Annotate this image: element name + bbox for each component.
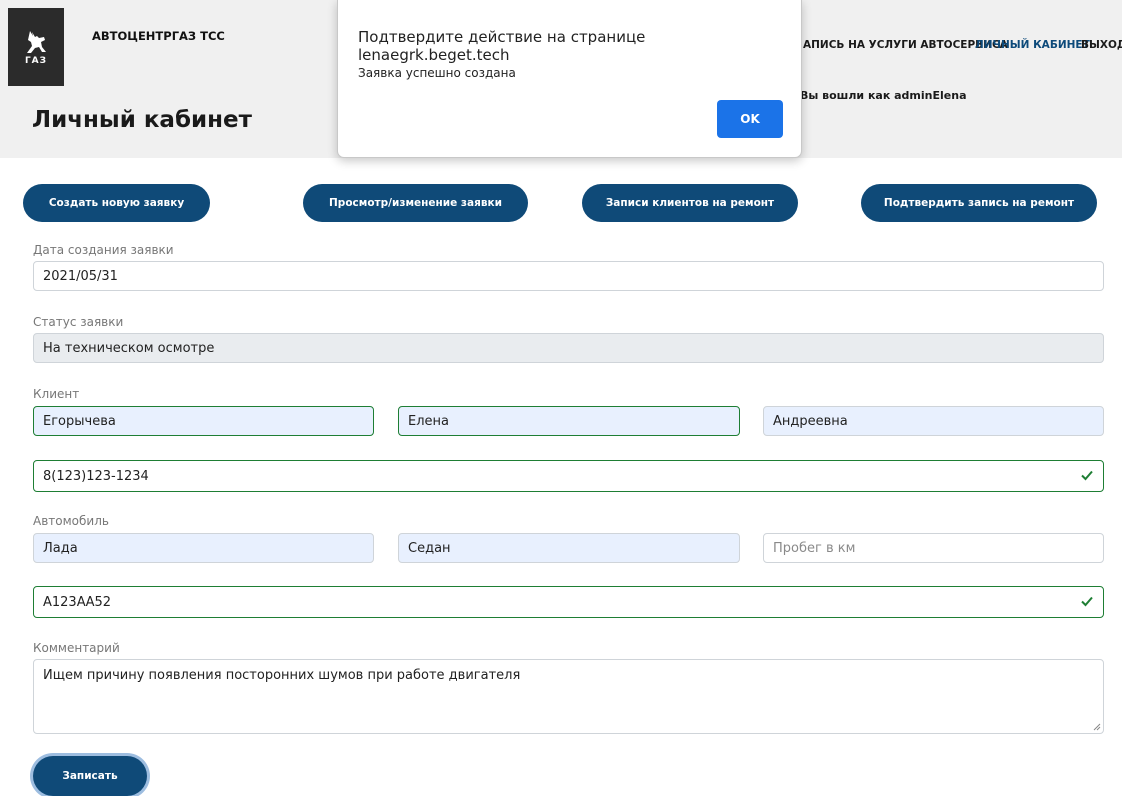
logged-in-text: Вы вошли как adminElena	[800, 89, 967, 102]
brand-name[interactable]: АВТОЦЕНТРГАЗ ТСС	[92, 29, 225, 43]
check-icon	[1081, 596, 1093, 607]
confirm-dialog: Подтвердите действие на странице lenaegr…	[337, 0, 802, 158]
status-label: Статус заявки	[33, 315, 124, 329]
plate-field[interactable]: А123АА52	[33, 586, 1104, 618]
confirm-repair-booking-button[interactable]: Подтвердить запись на ремонт	[861, 184, 1097, 222]
resize-handle-icon[interactable]	[1093, 723, 1101, 731]
comment-textarea[interactable]: Ищем причину появления посторонних шумов…	[33, 659, 1104, 734]
phone-field[interactable]: 8(123)123-1234	[33, 460, 1104, 492]
car-brand-field[interactable]: Лада	[33, 533, 374, 563]
ok-button[interactable]: OK	[717, 100, 783, 138]
phone-value: 8(123)123-1234	[43, 468, 149, 484]
car-body-field[interactable]: Седан	[398, 533, 740, 563]
patronymic-field[interactable]: Андреевна	[763, 406, 1104, 436]
client-label: Клиент	[33, 387, 80, 401]
client-repair-records-button[interactable]: Записи клиентов на ремонт	[582, 184, 798, 222]
page-title: Личный кабинет	[32, 107, 252, 133]
nav-logout[interactable]: ВЫХОД	[1081, 39, 1122, 51]
car-label: Автомобиль	[33, 514, 109, 528]
logo-text: ГАЗ	[24, 55, 48, 66]
last-name-field[interactable]: Егорычева	[33, 406, 374, 436]
gaz-logo[interactable]: ГАЗ	[8, 8, 64, 86]
create-request-button[interactable]: Создать новую заявку	[23, 184, 210, 222]
deer-icon	[27, 30, 46, 53]
comment-label: Комментарий	[33, 641, 120, 655]
view-edit-request-button[interactable]: Просмотр/изменение заявки	[303, 184, 528, 222]
submit-button[interactable]: Записать	[33, 756, 147, 796]
dialog-title: Подтвердите действие на странице lenaegr…	[358, 28, 646, 64]
check-icon	[1081, 470, 1093, 481]
mileage-field[interactable]: Пробег в км	[763, 533, 1104, 563]
first-name-field[interactable]: Елена	[398, 406, 740, 436]
nav-personal-account[interactable]: ЛИЧНЫЙ КАБИНЕТ	[975, 39, 1090, 51]
status-field[interactable]: На техническом осмотре	[33, 333, 1104, 363]
plate-value: А123АА52	[43, 594, 112, 610]
comment-text: Ищем причину появления посторонних шумов…	[43, 668, 521, 683]
dialog-message: Заявка успешно создана	[358, 66, 516, 80]
date-field[interactable]: 2021/05/31	[33, 261, 1104, 291]
date-label: Дата создания заявки	[33, 243, 174, 257]
